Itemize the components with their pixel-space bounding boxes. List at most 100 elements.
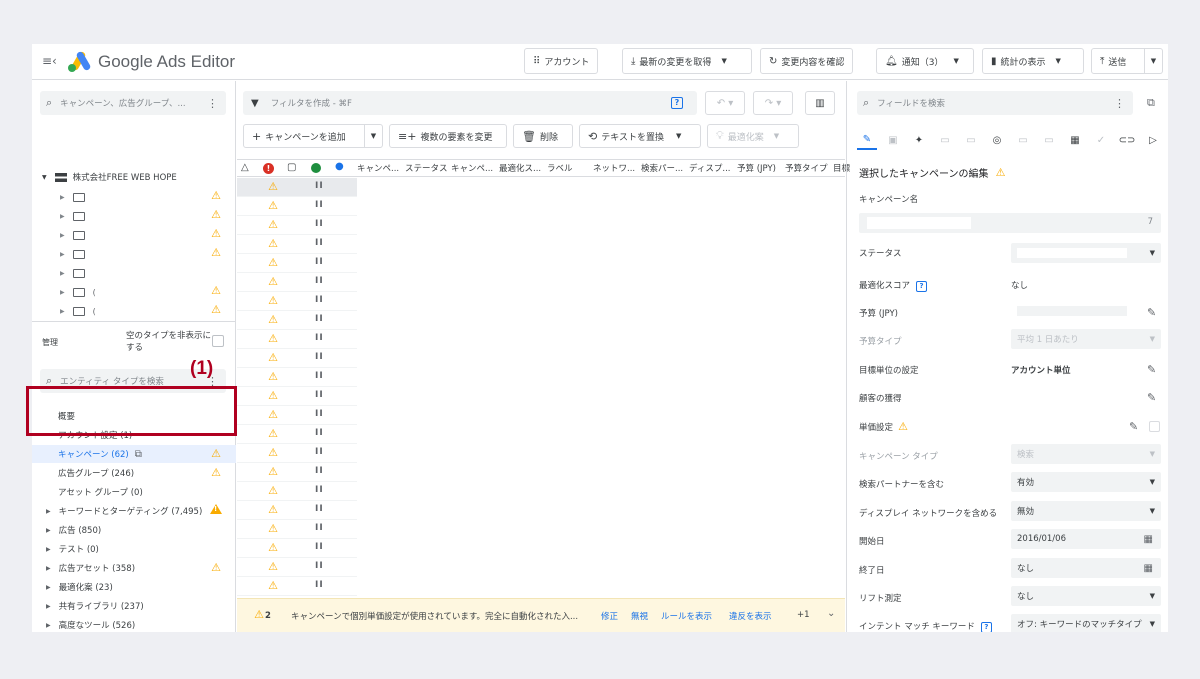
table-row[interactable]: ⚠ II — [237, 273, 357, 292]
help-icon[interactable]: ? — [916, 281, 928, 292]
lift-select[interactable]: なし ▼ — [1011, 586, 1161, 606]
nav-recommendations[interactable]: ▶ 最適化案 (23) — [46, 578, 113, 596]
expand-triangle-icon[interactable]: ▶ — [46, 508, 51, 515]
intent-select[interactable]: オフ: キーワードのマッチタイプ ▼ — [1011, 614, 1161, 632]
stats-button[interactable]: ▮ 統計の表示 ▼ — [982, 48, 1084, 74]
collapse-menu-icon[interactable]: ≡‹ — [42, 54, 57, 68]
post-dropdown[interactable]: ▼ — [1145, 48, 1163, 74]
replace-text-button[interactable]: ⟲ テキストを置換 ▼ — [579, 124, 701, 148]
table-row[interactable]: ⚠ II — [237, 501, 357, 520]
table-row[interactable]: ⚠ II — [237, 330, 357, 349]
tab-icon[interactable]: ▣ — [883, 130, 903, 150]
chart-tab-icon[interactable]: ▦ — [1065, 130, 1085, 150]
expand-triangle-icon[interactable]: ▶ — [46, 603, 51, 610]
post-button[interactable]: ⤒ 送信 — [1091, 48, 1145, 74]
edit-tab-icon[interactable]: ✎ — [857, 130, 877, 150]
col-campaign[interactable]: キャンペ... — [357, 162, 399, 174]
tab-icon[interactable]: ▭ — [1013, 130, 1033, 150]
bid-checkbox[interactable] — [1149, 421, 1160, 432]
table-row[interactable]: ⚠ II — [237, 235, 357, 254]
tab-icon[interactable]: ▭ — [961, 130, 981, 150]
status-select[interactable]: ▼ — [1011, 243, 1161, 263]
link-tab-icon[interactable]: ⊂⊃ — [1117, 130, 1137, 150]
account-tree-search[interactable]: ⌕ キャンペーン、広告グループ、... ⋮ — [40, 91, 226, 115]
notice-show-violations-link[interactable]: 違反を表示 — [729, 610, 772, 622]
table-row[interactable]: ⚠ II — [237, 406, 357, 425]
tree-item[interactable]: ▶ — [60, 265, 93, 281]
table-row[interactable]: ⚠ II — [237, 216, 357, 235]
recommendations-button[interactable]: 💡︎ 最適化案 ▼ — [707, 124, 799, 148]
nav-ad-groups[interactable]: 広告グループ (246) — [58, 464, 134, 482]
expand-triangle-icon[interactable]: ▶ — [46, 584, 51, 591]
expand-triangle-icon[interactable]: ▶ — [60, 213, 65, 220]
open-external-icon[interactable]: ⧉ — [135, 449, 142, 460]
pencil-icon[interactable]: ✎ — [1147, 363, 1156, 376]
pencil-icon[interactable]: ✎ — [1129, 420, 1138, 433]
account-button[interactable]: ⠿ アカウント — [524, 48, 599, 74]
notice-ignore-link[interactable]: 無視 — [631, 610, 648, 622]
add-dropdown[interactable]: ▼ — [364, 125, 382, 147]
col-search-partner[interactable]: 検索パー... — [641, 162, 683, 174]
expand-triangle-icon[interactable]: ▶ — [60, 308, 65, 315]
status-column-icon[interactable] — [311, 163, 321, 173]
end-date-field[interactable]: なし ▦ — [1011, 558, 1161, 578]
expand-triangle-icon[interactable]: ▶ — [60, 194, 65, 201]
table-row[interactable]: ⚠ II — [237, 178, 357, 197]
tree-item[interactable]: ▶ — [60, 227, 93, 243]
help-icon[interactable]: ? — [671, 97, 683, 109]
delete-button[interactable]: 🗑︎ 削除 — [513, 124, 573, 148]
nav-ad-assets[interactable]: ▶ 広告アセット (358) — [46, 559, 135, 577]
get-changes-button[interactable]: ⤓ 最新の変更を取得 ▼ — [622, 48, 752, 74]
nav-ads[interactable]: ▶ 広告 (850) — [46, 521, 101, 539]
review-changes-button[interactable]: ↻ 変更内容を確認 — [760, 48, 854, 74]
campaign-type-select[interactable]: 検索 ▼ — [1011, 444, 1161, 464]
table-row[interactable]: ⚠ II — [237, 482, 357, 501]
table-row[interactable]: ⚠ II — [237, 368, 357, 387]
tab-icon[interactable]: ▭ — [935, 130, 955, 150]
expand-triangle-icon[interactable]: ▶ — [46, 622, 51, 629]
col-display[interactable]: ディスプ... — [689, 162, 731, 174]
table-row[interactable]: ⚠ II — [237, 444, 357, 463]
filter-bar[interactable]: ▼ フィルタを作成 - ⌘F ? — [243, 91, 697, 115]
notice-show-rules-link[interactable]: ルールを表示 — [661, 610, 712, 622]
tree-item[interactable]: ▶ — [60, 189, 93, 205]
nav-experiments[interactable]: ▶ テスト (0) — [46, 540, 99, 558]
chevron-down-icon[interactable]: ⌄ — [827, 608, 835, 619]
expand-triangle-icon[interactable]: ▶ — [46, 565, 51, 572]
table-row[interactable]: ⚠ II — [237, 349, 357, 368]
expand-triangle-icon[interactable]: ▶ — [60, 251, 65, 258]
tree-item[interactable]: ▶ — [60, 246, 93, 262]
table-row[interactable]: ⚠ II — [237, 520, 357, 539]
expand-triangle-icon[interactable]: ▶ — [60, 232, 65, 239]
budget-type-select[interactable]: 平均 1 日あたり ▼ — [1011, 329, 1161, 349]
col-label[interactable]: ラベル — [547, 162, 573, 174]
tab-icon[interactable]: ▭ — [1039, 130, 1059, 150]
check-tab-icon[interactable]: ✓ — [1091, 130, 1111, 150]
columns-button[interactable]: ▥ — [805, 91, 835, 115]
col-budget-type[interactable]: 予算タイプ — [785, 162, 828, 174]
more-vert-icon[interactable]: ⋮ — [207, 97, 218, 110]
col-budget[interactable]: 予算 (JPY) — [737, 162, 776, 174]
table-row[interactable]: ⚠ II — [237, 254, 357, 273]
redo-button[interactable]: ↷ ▾ — [753, 91, 793, 115]
nav-campaigns[interactable]: キャンペーン (62) ⧉ — [32, 445, 236, 463]
col-campaign-type[interactable]: キャンペ... — [451, 162, 493, 174]
nav-keywords-targeting[interactable]: ▶ キーワードとターゲティング (7,495) — [46, 502, 202, 520]
target-tab-icon[interactable]: ◎ — [987, 130, 1007, 150]
tree-item[interactable]: ▶ ( — [60, 303, 96, 319]
notice-fix-link[interactable]: 修正 — [601, 610, 618, 622]
col-opt-score[interactable]: 最適化ス... — [499, 162, 541, 174]
table-row[interactable]: ⚠ II — [237, 463, 357, 482]
table-row[interactable]: ⚠ II — [237, 197, 357, 216]
comment-column-icon[interactable]: ▢ — [287, 162, 296, 173]
warning-column-icon[interactable]: △ — [241, 162, 249, 173]
tree-item[interactable]: ▶ ( — [60, 284, 96, 300]
start-date-field[interactable]: 2016/01/06 ▦ — [1011, 529, 1161, 549]
col-status[interactable]: ステータス — [405, 162, 448, 174]
tree-item[interactable]: ▶ — [60, 208, 93, 224]
table-row[interactable]: ⚠ II — [237, 292, 357, 311]
label-tab-icon[interactable]: ▷ — [1143, 130, 1163, 150]
undo-button[interactable]: ↶ ▾ — [705, 91, 745, 115]
nav-shared-library[interactable]: ▶ 共有ライブラリ (237) — [46, 597, 144, 615]
pencil-icon[interactable]: ✎ — [1147, 306, 1156, 319]
